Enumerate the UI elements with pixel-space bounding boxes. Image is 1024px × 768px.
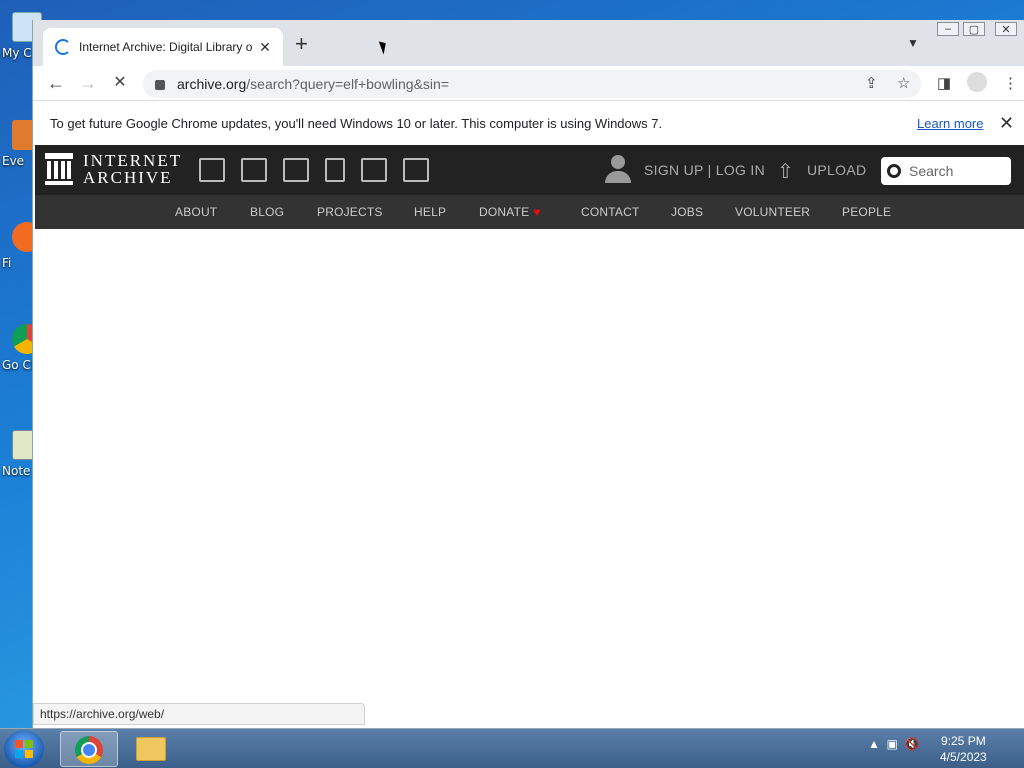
page-content-area [35, 229, 1024, 699]
lock-icon [155, 80, 165, 90]
tray-icons[interactable]: ▲ ▣ 🔇 [868, 737, 920, 751]
ia-logo[interactable]: INTERNET ARCHIVE [45, 152, 182, 186]
nav-volunteer[interactable]: VOLUNTEER [735, 205, 810, 219]
web-icon[interactable] [199, 158, 225, 182]
signup-login-link[interactable]: SIGN UP | LOG IN [644, 162, 765, 178]
tab-title: Internet Archive: Digital Library o [79, 40, 253, 54]
infobar-close-icon[interactable]: ✕ [999, 113, 1014, 134]
media-icons [199, 158, 445, 182]
tab-internet-archive[interactable]: Internet Archive: Digital Library o ✕ [43, 28, 283, 66]
archive-building-icon [45, 153, 73, 185]
share-icon[interactable]: ⇪ [865, 74, 878, 92]
upload-icon[interactable]: ⇧ [777, 159, 794, 184]
profile-avatar-icon[interactable] [967, 72, 987, 92]
audio-icon[interactable] [325, 158, 345, 182]
software-icon[interactable] [361, 158, 387, 182]
video-icon[interactable] [283, 158, 309, 182]
learn-more-link[interactable]: Learn more [917, 116, 983, 131]
tab-search-chevron-icon[interactable]: ▼ [907, 36, 919, 50]
ia-nav-bar: ABOUT BLOG PROJECTS HELP DONATE ♥ CONTACT… [35, 195, 1024, 229]
side-panel-icon[interactable]: ◨ [937, 74, 951, 92]
system-clock[interactable]: 9:25 PM 4/5/2023 [940, 733, 987, 765]
logo-line-2: ARCHIVE [83, 168, 173, 187]
clock-time: 9:25 PM [941, 734, 986, 748]
mouse-cursor-icon [378, 39, 390, 55]
nav-help[interactable]: HELP [414, 205, 446, 219]
nav-people[interactable]: PEOPLE [842, 205, 891, 219]
url-host: archive.org [177, 76, 247, 92]
upload-link[interactable]: UPLOAD [807, 162, 866, 178]
user-icon[interactable] [605, 155, 631, 185]
chrome-menu-icon[interactable]: ⋮ [1003, 74, 1018, 92]
browser-toolbar: ← → ✕ archive.org/search?query=elf+bowli… [33, 66, 1024, 100]
update-infobar: To get future Google Chrome updates, you… [33, 100, 1024, 146]
chrome-icon [75, 736, 103, 764]
taskbar-chrome[interactable] [60, 731, 118, 767]
taskbar-explorer[interactable] [122, 731, 180, 767]
folder-icon [136, 737, 166, 761]
loading-spinner-icon [55, 39, 71, 55]
new-tab-button[interactable]: + [295, 33, 308, 55]
start-button[interactable] [4, 730, 44, 768]
search-icon [887, 164, 901, 178]
infobar-message: To get future Google Chrome updates, you… [50, 115, 663, 131]
logo-line-1: INTERNET [83, 151, 183, 170]
clock-date: 4/5/2023 [940, 750, 987, 764]
tab-strip: Internet Archive: Digital Library o ✕ + … [33, 20, 1024, 66]
nav-contact[interactable]: CONTACT [581, 205, 640, 219]
nav-projects[interactable]: PROJECTS [317, 205, 383, 219]
ia-header: INTERNET ARCHIVE SIGN UP | LOG IN ⇧ UPLO… [35, 145, 1024, 195]
search-input[interactable] [909, 163, 999, 179]
tab-close-icon[interactable]: ✕ [257, 39, 273, 56]
ia-search-box[interactable] [881, 157, 1011, 185]
maximize-button[interactable]: ▢ [963, 22, 985, 36]
forward-button[interactable]: → [77, 73, 99, 95]
minimize-button[interactable]: – [937, 22, 959, 36]
status-bubble: https://archive.org/web/ [33, 703, 365, 725]
nav-donate[interactable]: DONATE ♥ [479, 205, 541, 219]
back-button[interactable]: ← [45, 73, 67, 95]
nav-about[interactable]: ABOUT [175, 205, 217, 219]
nav-jobs[interactable]: JOBS [671, 205, 703, 219]
windows-logo-icon [15, 740, 33, 758]
bookmark-star-icon[interactable]: ☆ [897, 74, 910, 92]
url-path: /search?query=elf+bowling&sin= [246, 76, 450, 92]
nav-donate-label: DONATE [479, 205, 530, 219]
stop-loading-button[interactable]: ✕ [109, 73, 131, 95]
window-close-button[interactable]: ✕ [995, 22, 1017, 36]
browser-window: Internet Archive: Digital Library o ✕ + … [32, 20, 1024, 728]
address-bar[interactable]: archive.org/search?query=elf+bowling&sin… [143, 70, 921, 98]
nav-blog[interactable]: BLOG [250, 205, 284, 219]
heart-icon: ♥ [533, 205, 541, 219]
taskbar: ▲ ▣ 🔇 9:25 PM 4/5/2023 [0, 728, 1024, 768]
images-icon[interactable] [403, 158, 429, 182]
texts-icon[interactable] [241, 158, 267, 182]
